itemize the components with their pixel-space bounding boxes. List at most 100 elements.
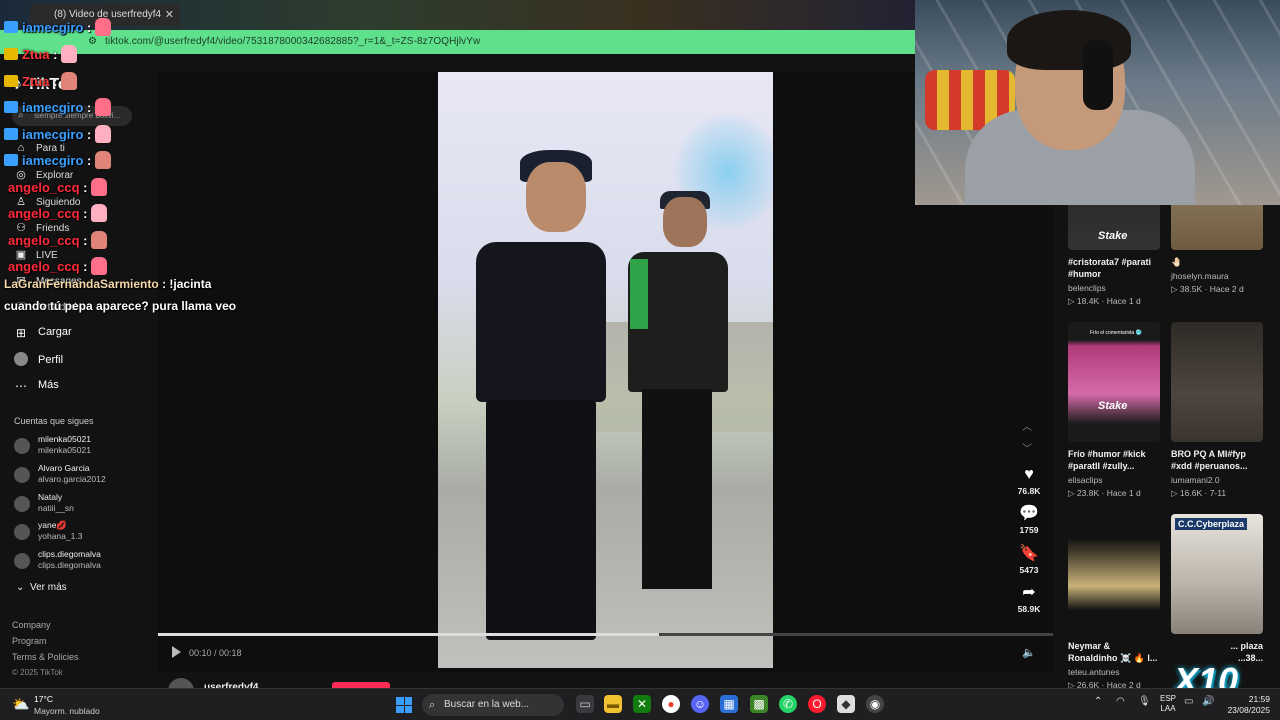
avatar	[14, 438, 30, 454]
chat-message: angelo_ccq :	[8, 231, 108, 249]
store-icon[interactable]: ▦	[720, 695, 738, 713]
wifi-icon[interactable]: ◠	[1116, 696, 1125, 707]
webcam-overlay	[915, 0, 1280, 205]
address-bar[interactable]: ⚙ tiktok.com/@userfredyf4/video/75318780…	[0, 30, 915, 54]
footer-program-link[interactable]: Program	[12, 636, 47, 646]
chat-message: iamecgiro :	[4, 125, 112, 143]
play-count-icon: ▷	[1171, 488, 1178, 498]
chat-message: Ztua :	[4, 45, 78, 63]
recommended-video[interactable]: BRO PQ A MI#fyp #xdd #peruanos... iumama…	[1171, 322, 1263, 499]
play-count-icon: ▷	[1171, 284, 1178, 294]
chat-emote-icon	[61, 72, 78, 90]
minecraft-icon[interactable]: ▩	[750, 695, 768, 713]
chat-emote-icon	[91, 257, 108, 275]
windows-taskbar: ⛅ 17°C Mayorm. nublado ⌕ Buscar en la web…	[0, 688, 1280, 720]
avatar	[14, 524, 30, 540]
avatar	[14, 496, 30, 512]
windows-start-icon[interactable]	[396, 697, 412, 713]
microphone-icon[interactable]: 🎙	[1138, 696, 1151, 707]
volume-tray-icon[interactable]: 🔊	[1202, 696, 1214, 707]
chrome-icon[interactable]: ●	[662, 695, 680, 713]
whatsapp-icon[interactable]: ✆	[779, 695, 797, 713]
share-button[interactable]: ➦ 58.9K	[1013, 584, 1045, 614]
recommended-video[interactable]: Frío el comentarista 🥶 Stake Frío #humor …	[1068, 322, 1160, 499]
following-account[interactable]: Nataly natiii__sn	[14, 492, 144, 518]
video-controls: 00:10 / 00:18	[172, 646, 242, 658]
chat-badge-icon	[4, 75, 18, 87]
chat-message-last: LaGranFernandaSarmiento : !jacinta	[4, 277, 212, 291]
ver-mas-button[interactable]: ⌄ Ver más	[16, 582, 67, 593]
chat-badge-icon	[4, 48, 18, 60]
chat-badge-icon	[4, 128, 18, 140]
nav-cargar[interactable]: ⊞ Cargar	[14, 326, 72, 340]
share-count: 58.9K	[1017, 604, 1041, 614]
chat-emote-icon	[91, 204, 108, 222]
volume-icon[interactable]: 🔈	[1022, 646, 1036, 659]
chat-username: Ztua	[22, 47, 50, 62]
play-icon[interactable]	[172, 646, 181, 658]
play-count-icon: ▷	[1068, 296, 1075, 306]
avatar	[14, 553, 30, 569]
chat-username: iamecgiro	[22, 127, 84, 142]
obs-icon[interactable]: ◉	[866, 695, 884, 713]
chat-emote-icon	[91, 178, 108, 196]
comment-icon: 💬	[1019, 505, 1039, 522]
taskbar-search[interactable]: ⌕ Buscar en la web...	[422, 694, 564, 716]
network-icon[interactable]: ▭	[1184, 696, 1193, 707]
headphones	[1083, 40, 1113, 110]
chat-emote-icon	[95, 98, 112, 116]
bookmark-count: 5473	[1019, 565, 1039, 575]
app-icon[interactable]: ◆	[837, 695, 855, 713]
chat-emote-icon	[95, 18, 112, 36]
video-frame[interactable]	[438, 72, 773, 668]
video-progress-bar[interactable]	[158, 633, 1053, 636]
sidebar: ♪ TikTok ⌕ siempre siempre bolivi... ⌂ Pa…	[0, 54, 150, 688]
chat-badge-icon	[4, 21, 18, 33]
video-thumbnail: Frío el comentarista 🥶 Stake	[1068, 322, 1160, 442]
following-account[interactable]: Alvaro Garcia alvaro.garcia2012	[14, 463, 144, 489]
xbox-icon[interactable]: ✕	[633, 695, 651, 713]
language-indicator[interactable]: ESP LAA	[1160, 694, 1176, 714]
following-account[interactable]: milenka05021 milenka05021	[14, 434, 144, 460]
url-text[interactable]: tiktok.com/@userfredyf4/video/7531878000…	[105, 36, 480, 47]
like-button[interactable]: ♥ 76.8K	[1013, 466, 1045, 496]
avatar	[14, 467, 30, 483]
play-count-icon: ▷	[1068, 488, 1075, 498]
following-header: Cuentas que sigues	[14, 416, 94, 426]
chat-username: iamecgiro	[22, 100, 84, 115]
comment-button[interactable]: 💬 1759	[1013, 505, 1045, 535]
chat-username: angelo_ccq	[8, 180, 80, 195]
chat-username: Ztua	[22, 74, 50, 89]
file-explorer-icon[interactable]: ▬	[604, 695, 622, 713]
following-account[interactable]: clips.diegomalva clips.diegomalva	[14, 549, 144, 575]
video-person-back	[618, 191, 728, 617]
following-account[interactable]: yane💋 yohana_1.3	[14, 520, 144, 546]
previous-video-icon[interactable]: ︿	[1022, 418, 1032, 433]
nav-mas[interactable]: ⋯ Más	[14, 379, 59, 393]
video-thumbnail: C.C.Cyberplaza	[1171, 514, 1263, 634]
nav-perfil[interactable]: Perfil	[14, 352, 63, 366]
recommended-video[interactable]: C.C.Cyberplaza ... plaza ...38...	[1171, 514, 1263, 664]
close-tab-icon[interactable]: ✕	[165, 4, 174, 26]
chat-message: Ztua :	[4, 72, 78, 90]
discord-icon[interactable]: ☺	[691, 695, 709, 713]
time-display: 00:10 / 00:18	[189, 648, 242, 658]
chat-username: iamecgiro	[22, 153, 84, 168]
chat-badge-icon	[4, 154, 18, 166]
chat-message: angelo_ccq :	[8, 204, 108, 222]
tray-chevron-icon[interactable]: ⌃	[1094, 696, 1102, 707]
site-info-icon[interactable]: ⚙	[88, 36, 100, 48]
next-video-icon[interactable]: ﹀	[1022, 440, 1032, 455]
task-view-icon[interactable]: ▭	[576, 695, 594, 713]
footer-company-link[interactable]: Company	[12, 620, 51, 630]
footer-terms-link[interactable]: Terms & Policies	[12, 652, 79, 662]
bookmark-button[interactable]: 🔖 5473	[1013, 545, 1045, 575]
chat-username: LaGranFernandaSarmiento	[4, 277, 159, 291]
comment-count: 1759	[1019, 525, 1039, 535]
screen: (8) Video de userfredyf4 ✕ ⚙ tiktok.com/…	[0, 0, 1280, 720]
system-clock[interactable]: 21:59 23/08/2025	[1222, 694, 1270, 716]
recommended-video[interactable]: Neymar & Ronaldinho ☠️ 🔥 l... teteu.antu…	[1068, 514, 1160, 691]
thumbnail-caption: Frío el comentarista 🥶	[1090, 330, 1142, 336]
opera-icon[interactable]: O	[808, 695, 826, 713]
stake-logo: Stake	[1098, 230, 1128, 242]
